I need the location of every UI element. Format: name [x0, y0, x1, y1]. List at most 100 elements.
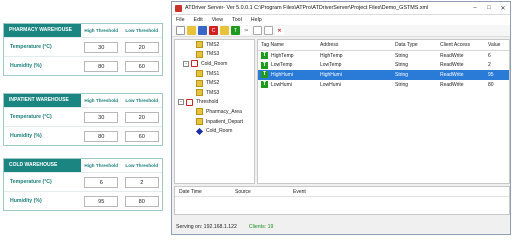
- high-threshold-input[interactable]: 95: [84, 195, 119, 207]
- log-column-header[interactable]: Event: [289, 189, 369, 195]
- add-channel-icon[interactable]: C: [209, 26, 218, 35]
- menu-item-edit[interactable]: Edit: [194, 17, 203, 23]
- new-file-icon[interactable]: [176, 26, 185, 35]
- minimize-icon[interactable]: –: [468, 5, 482, 11]
- copy-icon[interactable]: [253, 26, 262, 35]
- high-threshold-input[interactable]: 30: [84, 111, 119, 123]
- high-cell: 80: [81, 130, 122, 142]
- tree-node[interactable]: TMS3: [175, 88, 254, 98]
- cut-icon[interactable]: ✂: [242, 26, 251, 35]
- log-column-header[interactable]: Source: [231, 189, 289, 195]
- collapse-icon[interactable]: -: [183, 60, 189, 67]
- paste-icon[interactable]: [264, 26, 273, 35]
- status-bar: Serving on: 192.168.1.122 Clients: 19: [172, 220, 510, 233]
- low-threshold-input[interactable]: 80: [124, 195, 159, 207]
- tag-address: LowTemp: [320, 62, 342, 69]
- tree-node[interactable]: TMS2: [175, 78, 254, 88]
- tree-node-label: Threshold: [196, 99, 219, 106]
- device-folder-icon: [196, 108, 203, 116]
- title-bar: ATDriver Server- Ver 5.0.0.1 C:\Program …: [172, 2, 510, 15]
- event-log: Date Time Source Event: [174, 186, 510, 215]
- column-header[interactable]: Value: [488, 42, 509, 48]
- save-icon[interactable]: [198, 26, 207, 35]
- tree-node[interactable]: - Cold_Room: [175, 59, 254, 69]
- tag-row[interactable]: T LowHumi LowHumi String ReadWrite 80: [258, 80, 509, 90]
- threshold-row-label: Humidity (%): [10, 198, 42, 204]
- tag-name: HighHumi: [271, 71, 293, 78]
- tag-row[interactable]: T HighTemp HighTemp String ReadWrite 6: [258, 51, 509, 61]
- tag-name-cell: T LowHumi: [258, 81, 320, 89]
- tag-name-cell: T HighHumi: [258, 71, 320, 79]
- tree-node-label: TMS1: [206, 70, 220, 77]
- project-tree[interactable]: TMS2 TMS3 - Cold_Room TMS1 TMS2 TMS3 - Threshold…: [174, 39, 255, 184]
- high-threshold-input[interactable]: 80: [84, 130, 119, 142]
- tree-node[interactable]: TMS2: [175, 40, 254, 50]
- low-threshold-label: Low Threshold: [125, 163, 159, 168]
- column-header[interactable]: Address: [320, 42, 395, 48]
- tag-data-type: String: [395, 81, 409, 88]
- tag-row[interactable]: T HighHumi HighHumi String ReadWrite 95: [258, 70, 509, 80]
- open-folder-icon[interactable]: [187, 26, 196, 35]
- tree-node[interactable]: Cold_Room: [175, 126, 254, 136]
- tag-icon: T: [261, 81, 268, 89]
- column-header[interactable]: Client Access: [440, 42, 488, 48]
- menu-item-help[interactable]: Help: [251, 17, 262, 23]
- tree-node[interactable]: TMS1: [175, 69, 254, 79]
- column-header[interactable]: Tag Name: [258, 42, 320, 48]
- tag-client-access: ReadWrite: [440, 62, 464, 69]
- threshold-row: Temperature (°C) 6 2: [4, 172, 162, 191]
- low-cell: 2: [122, 176, 163, 188]
- tag-name-cell: T HighTemp: [258, 52, 320, 60]
- low-threshold-input[interactable]: 60: [124, 60, 159, 72]
- high-threshold-label: High Threshold: [84, 98, 119, 103]
- tag-value: 6: [488, 52, 491, 59]
- channel-icon: [186, 98, 193, 106]
- high-threshold-input[interactable]: 80: [84, 60, 119, 72]
- tag-table-header: Tag Name Address Data Type Client Access Val…: [258, 40, 509, 51]
- delete-icon[interactable]: ✕: [275, 26, 284, 35]
- high-threshold-input[interactable]: 30: [84, 41, 119, 53]
- menu-item-tool[interactable]: Tool: [232, 17, 242, 23]
- low-threshold-input[interactable]: 20: [124, 111, 159, 123]
- add-device-icon[interactable]: [220, 26, 229, 35]
- warehouse-header: COLD WAREHOUSE High Threshold Low Threshol…: [4, 159, 162, 172]
- close-icon[interactable]: ✕: [496, 5, 510, 12]
- menu-item-view[interactable]: View: [212, 17, 223, 23]
- tag-client-access: ReadWrite: [440, 52, 464, 59]
- menu-item-file[interactable]: File: [176, 17, 185, 23]
- add-tag-icon[interactable]: T: [231, 26, 240, 35]
- low-cell: 60: [122, 130, 163, 142]
- tree-node-label: TMS2: [206, 80, 220, 87]
- tree-node[interactable]: - Threshold: [175, 98, 254, 108]
- tag-value: 95: [488, 71, 494, 78]
- group-diamond-icon: [195, 127, 204, 135]
- low-threshold-input[interactable]: 2: [124, 176, 159, 188]
- tree-node[interactable]: Pharmacy_Area: [175, 107, 254, 117]
- tag-data-type: String: [395, 71, 409, 78]
- tag-row[interactable]: T LowTemp LowTemp String ReadWrite 2: [258, 61, 509, 71]
- high-threshold-input[interactable]: 6: [84, 176, 119, 188]
- device-folder-icon: [196, 89, 203, 97]
- atdriver-window: ATDriver Server- Ver 5.0.0.1 C:\Program …: [171, 1, 511, 235]
- tag-name-cell: T LowTemp: [258, 61, 320, 69]
- threshold-row: Temperature (°C) 30 20: [4, 37, 162, 56]
- column-header[interactable]: Data Type: [395, 42, 440, 48]
- log-column-header[interactable]: Date Time: [175, 189, 231, 195]
- high-cell: 80: [81, 60, 122, 72]
- device-folder-icon: [196, 70, 203, 78]
- tree-node[interactable]: Inpatient_Depart: [175, 117, 254, 127]
- collapse-icon[interactable]: -: [178, 99, 184, 106]
- maximize-icon[interactable]: □: [482, 5, 496, 11]
- menu-bar: File Edit View Tool Help: [172, 15, 510, 25]
- threshold-row-label: Temperature (°C): [10, 44, 52, 50]
- high-cell: 6: [81, 176, 122, 188]
- tag-value: 80: [488, 81, 494, 88]
- tag-address: LowHumi: [320, 81, 341, 88]
- tag-address: HighTemp: [320, 52, 343, 59]
- tag-icon: T: [261, 61, 268, 69]
- device-folder-icon: [196, 41, 203, 49]
- tag-icon: T: [261, 71, 268, 79]
- tree-node[interactable]: TMS3: [175, 50, 254, 60]
- low-threshold-input[interactable]: 20: [124, 41, 159, 53]
- low-threshold-input[interactable]: 60: [124, 130, 159, 142]
